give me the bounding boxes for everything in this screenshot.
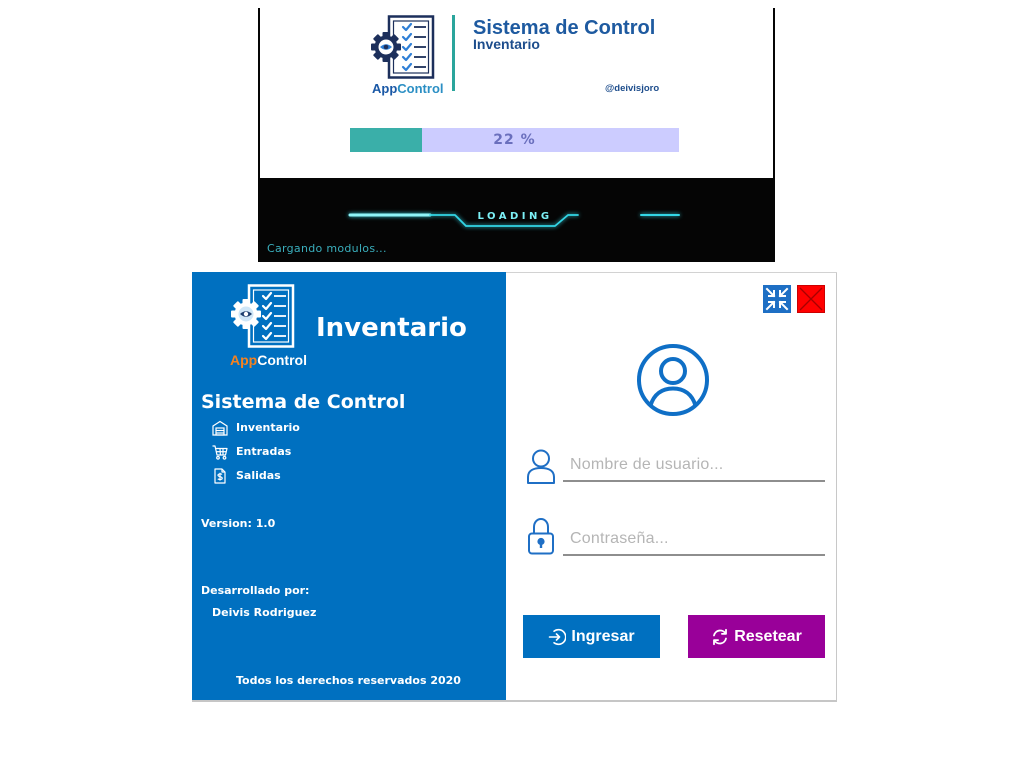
logo-text-app: App (230, 352, 258, 368)
login-button[interactable]: Ingresar (523, 615, 660, 658)
minimize-button[interactable] (763, 285, 791, 313)
close-icon (797, 285, 825, 313)
sidebar-app-title: Inventario (316, 313, 467, 343)
sidebar-system-title: Sistema de Control (201, 391, 406, 413)
progress-bar: 22 % (350, 128, 679, 152)
refresh-icon (713, 628, 728, 645)
module-label: Salidas (236, 469, 281, 482)
splash-window: AppControl Sistema de Control Inventario… (258, 8, 775, 262)
close-button[interactable] (797, 285, 825, 313)
login-button-label: Ingresar (571, 627, 635, 645)
progress-label: 22 % (493, 132, 536, 148)
warehouse-icon (212, 420, 228, 436)
splash-divider (452, 15, 455, 91)
developed-by-label: Desarrollado por: (201, 584, 310, 597)
copyright-text: Todos los derechos reservados 2020 (236, 674, 461, 687)
clipboard-gear-eye-icon (231, 284, 295, 348)
user-circle-icon (637, 344, 709, 416)
version-label: Version: 1.0 (201, 517, 276, 530)
splash-subtitle: Inventario (473, 36, 540, 52)
module-label: Entradas (236, 445, 292, 458)
login-panel: Ingresar Resetear (506, 272, 837, 700)
splash-logo-text: AppControl (372, 81, 444, 96)
logo-text-control: Control (397, 81, 444, 96)
login-window: AppControl Inventario Sistema de Control… (192, 272, 837, 702)
module-item-entradas: Entradas (212, 444, 412, 460)
password-input[interactable] (563, 523, 825, 556)
compress-icon (763, 285, 791, 313)
sidebar-logo-text: AppControl (230, 353, 307, 368)
logo-text-app: App (372, 81, 398, 96)
sign-in-icon (549, 628, 567, 645)
clipboard-gear-eye-icon (371, 15, 435, 79)
loading-text: LOADING (477, 211, 552, 222)
splash-author: @deivisjoro (605, 83, 660, 94)
shopping-cart-icon (212, 445, 228, 460)
module-label: Inventario (236, 421, 300, 434)
loading-status: Cargando modulos... (267, 242, 387, 255)
reset-button[interactable]: Resetear (688, 615, 825, 658)
module-item-salidas: Salidas (212, 468, 412, 484)
module-item-inventario: Inventario (212, 420, 412, 436)
reset-button-label: Resetear (734, 627, 802, 645)
lock-icon (528, 517, 554, 555)
invoice-dollar-icon (214, 468, 226, 484)
logo-text-control: Control (257, 352, 307, 368)
developer-name: Deivis Rodriguez (212, 606, 317, 619)
username-input[interactable] (563, 449, 825, 482)
user-icon (527, 449, 555, 484)
sidebar: AppControl Inventario Sistema de Control… (192, 272, 506, 700)
